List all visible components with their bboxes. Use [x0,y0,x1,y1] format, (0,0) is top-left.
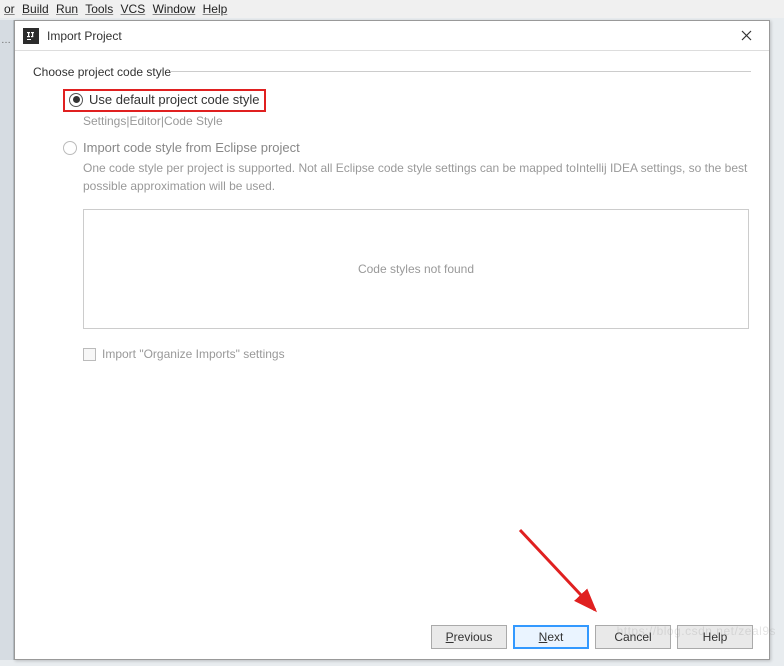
menubar: or Build Run Tools VCS Window Help [0,0,784,18]
intellij-icon [23,28,39,44]
import-project-dialog: Import Project Choose project code style… [14,20,770,660]
menu-item[interactable]: Tools [85,2,113,16]
next-button[interactable]: Next [513,625,589,649]
checkbox-icon[interactable] [83,348,96,361]
radio-label: Import code style from Eclipse project [83,140,300,155]
menu-item[interactable]: or [4,2,15,16]
checkbox-label: Import "Organize Imports" settings [102,347,285,361]
close-icon[interactable] [731,21,761,51]
option-hint: Settings|Editor|Code Style [83,114,751,128]
empty-message: Code styles not found [358,262,474,276]
titlebar: Import Project [15,21,769,51]
code-styles-list: Code styles not found [83,209,749,329]
previous-button[interactable]: Previous [431,625,507,649]
annotation-highlight: Use default project code style [63,89,266,112]
fieldset-label: Choose project code style [33,65,751,79]
radio-icon[interactable] [69,93,83,107]
background-decoration: … [1,35,11,46]
divider [170,71,751,72]
radio-option-default[interactable]: Use default project code style [69,92,260,107]
menu-item[interactable]: Window [153,2,196,16]
menu-item[interactable]: VCS [121,2,146,16]
option-description: One code style per project is supported.… [83,159,751,195]
menu-item[interactable]: Build [22,2,49,16]
radio-group: Use default project code style [63,89,751,112]
checkbox-organize-imports[interactable]: Import "Organize Imports" settings [83,347,751,361]
watermark: https://blog.csdn.net/zeal9s [617,624,776,638]
radio-icon[interactable] [63,141,77,155]
background-sidebar [0,20,14,660]
radio-label: Use default project code style [89,92,260,107]
dialog-title: Import Project [47,29,731,43]
radio-group: Import code style from Eclipse project [63,140,751,155]
menu-item[interactable]: Help [203,2,228,16]
dialog-content: Choose project code style Use default pr… [15,51,769,375]
radio-option-eclipse[interactable]: Import code style from Eclipse project [63,140,751,155]
menu-item[interactable]: Run [56,2,78,16]
